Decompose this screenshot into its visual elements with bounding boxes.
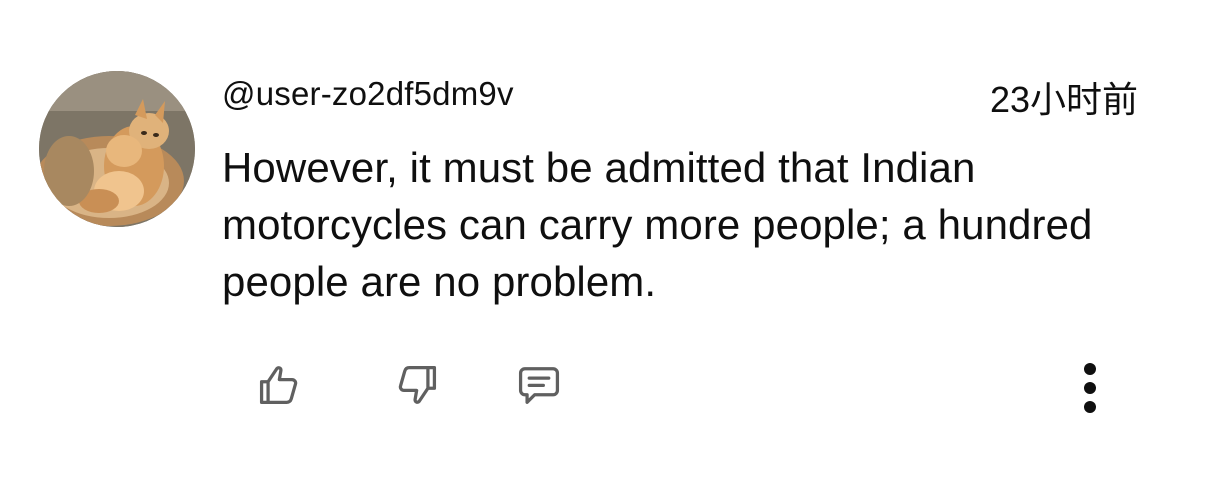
thumbs-up-icon <box>259 366 298 404</box>
avatar-cat-photo <box>39 71 195 227</box>
avatar[interactable] <box>39 71 195 227</box>
comment-timestamp: 23小时前 <box>989 79 1138 120</box>
more-options-button[interactable] <box>1060 355 1120 421</box>
comment-author[interactable]: @user-zo2df5dm9v <box>222 72 514 116</box>
like-button[interactable] <box>250 355 310 415</box>
comment-text: However, it must be admitted that Indian… <box>222 144 1093 305</box>
more-vertical-icon <box>1084 363 1096 413</box>
dislike-button[interactable] <box>386 355 446 415</box>
reply-button[interactable] <box>509 355 569 415</box>
thumbs-down-icon <box>398 366 437 404</box>
comment-item: @user-zo2df5dm9v 23小时前 However, it must … <box>0 0 1220 498</box>
comment-reply-icon <box>518 367 560 404</box>
comment-actions <box>0 355 1220 425</box>
